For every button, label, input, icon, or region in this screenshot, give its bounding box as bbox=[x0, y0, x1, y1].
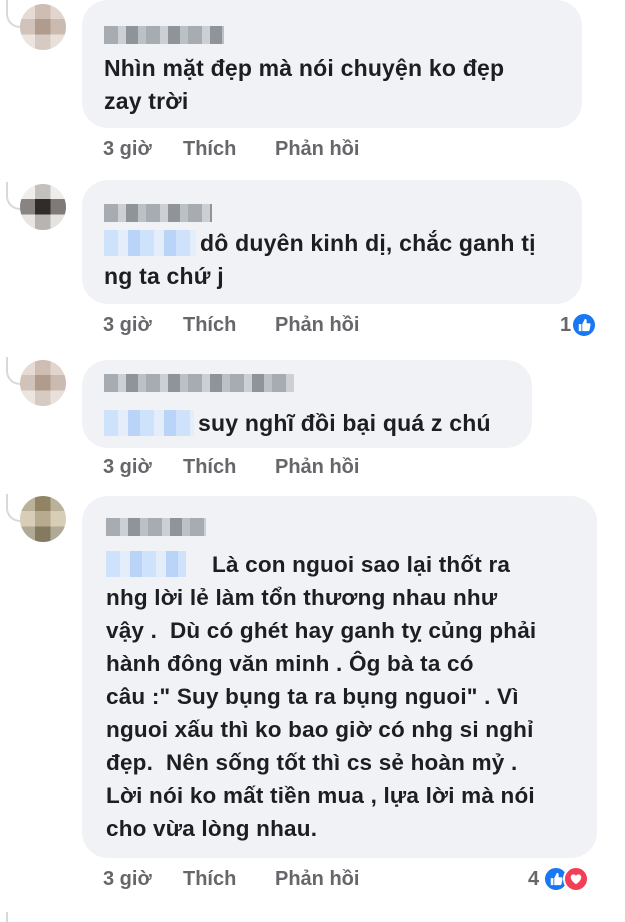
avatar[interactable] bbox=[20, 360, 66, 406]
comment-line: đẹp. Nên sống tốt thì cs sẻ hoàn mỷ . bbox=[106, 750, 518, 775]
comment-text: dô duyên kinh dị, chắc ganh tị ng ta chứ… bbox=[104, 227, 536, 293]
reply-button[interactable]: Phản hồi bbox=[275, 868, 359, 891]
comment-bubble: Là con nguoi sao lại thốt ra nhg lời lẻ … bbox=[82, 496, 597, 858]
reaction-summary[interactable]: 1 bbox=[560, 312, 598, 338]
comment-bubble: suy nghĩ đồi bại quá z chú bbox=[82, 360, 532, 448]
comment-line: nhg lời lẻ làm tổn thương nhau như bbox=[106, 585, 498, 610]
reaction-count: 4 bbox=[528, 867, 540, 890]
comment-line: hành đông văn minh . Ôg bà ta có bbox=[106, 651, 474, 676]
comment-line: cho vừa lòng nhau. bbox=[106, 816, 318, 841]
comment-bubble: Nhìn mặt đẹp mà nói chuyện ko đẹp zay tr… bbox=[82, 0, 582, 128]
comment-text: Nhìn mặt đẹp mà nói chuyện ko đẹp zay tr… bbox=[104, 52, 504, 118]
blurred-author-name[interactable] bbox=[104, 374, 294, 392]
comment-line: ng ta chứ j bbox=[104, 263, 224, 289]
blurred-author-name[interactable] bbox=[106, 518, 206, 536]
comment-line: suy nghĩ đồi bại quá z chú bbox=[198, 410, 491, 436]
comment-text: suy nghĩ đồi bại quá z chú bbox=[104, 407, 491, 440]
comment-text: Là con nguoi sao lại thốt ra nhg lời lẻ … bbox=[106, 548, 536, 845]
avatar[interactable] bbox=[20, 184, 66, 230]
like-button[interactable]: Thích bbox=[183, 456, 236, 479]
timestamp[interactable]: 3 giờ bbox=[103, 314, 152, 337]
like-button[interactable]: Thích bbox=[183, 138, 236, 161]
comment-bubble: dô duyên kinh dị, chắc ganh tị ng ta chứ… bbox=[82, 180, 582, 304]
blurred-author-name[interactable] bbox=[104, 204, 212, 222]
reaction-summary[interactable]: 4 bbox=[528, 866, 590, 892]
reply-button[interactable]: Phản hồi bbox=[275, 456, 359, 479]
blurred-mention[interactable] bbox=[104, 410, 194, 436]
comment-line: Là con nguoi sao lại thốt ra bbox=[212, 552, 511, 577]
reaction-count: 1 bbox=[560, 313, 572, 336]
thread-connector bbox=[6, 912, 34, 922]
timestamp[interactable]: 3 giờ bbox=[103, 456, 152, 479]
thumbs-up-icon bbox=[571, 312, 598, 338]
blurred-mention[interactable] bbox=[106, 551, 186, 577]
heart-icon bbox=[563, 866, 590, 892]
timestamp[interactable]: 3 giờ bbox=[103, 138, 152, 161]
timestamp[interactable]: 3 giờ bbox=[103, 868, 152, 891]
avatar[interactable] bbox=[20, 4, 66, 50]
blurred-author-name[interactable] bbox=[104, 26, 224, 44]
reply-button[interactable]: Phản hồi bbox=[275, 314, 359, 337]
comment-line: nguoi xấu thì ko bao giờ có nhg si nghỉ bbox=[106, 717, 534, 742]
avatar[interactable] bbox=[20, 496, 66, 542]
reply-button[interactable]: Phản hồi bbox=[275, 138, 359, 161]
like-button[interactable]: Thích bbox=[183, 868, 236, 891]
comment-line: Nhìn mặt đẹp mà nói chuyện ko đẹp bbox=[104, 55, 505, 81]
like-button[interactable]: Thích bbox=[183, 314, 236, 337]
comment-line: Lời nói ko mất tiền mua , lựa lời mà nói bbox=[106, 783, 535, 808]
comment-line: dô duyên kinh dị, chắc ganh tị bbox=[200, 230, 536, 256]
comment-line: câu :" Suy bụng ta ra bụng nguoi" . Vì bbox=[106, 684, 519, 709]
blurred-mention[interactable] bbox=[104, 230, 196, 256]
comment-line: vậy . Dù có ghét hay ganh tỵ củng phải bbox=[106, 618, 537, 643]
comment-line: zay trời bbox=[104, 88, 189, 114]
